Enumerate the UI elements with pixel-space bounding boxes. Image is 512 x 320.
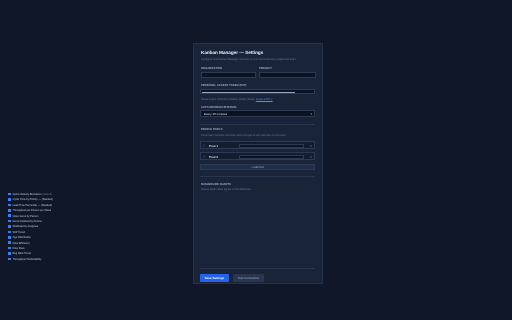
chevron-down-icon: ▾ — [310, 112, 312, 116]
checkbox-checked-icon[interactable] — [8, 236, 11, 239]
checkbox-checked-icon[interactable] — [8, 252, 11, 255]
drag-handle-icon[interactable]: ⠿ — [203, 144, 205, 148]
chart-option[interactable]: Workload by Assignee — [8, 225, 38, 229]
project-label: Project — [259, 67, 272, 70]
checkbox-checked-icon[interactable] — [8, 257, 11, 261]
organization-input[interactable] — [201, 72, 256, 78]
pool-name: Pool 1 — [209, 144, 219, 148]
token-hint: Needs scopes: Work Items (Read), Identit… — [201, 98, 273, 101]
token-hint-text: Needs scopes: Work Items (Read), Identit… — [201, 98, 256, 101]
chart-option-label: WIP Trend — [12, 230, 25, 234]
create-pat-link[interactable]: Create a PAT ↗ — [256, 98, 273, 101]
remove-pool-icon[interactable]: ✕ — [309, 155, 312, 159]
chart-option-label: Items Finished by Person — [12, 220, 42, 223]
checkbox-checked-icon[interactable] — [8, 230, 11, 234]
checkbox-checked-icon[interactable] — [8, 192, 11, 196]
page-title: Kanban Manager — Settings — [201, 50, 264, 55]
pool-members-input[interactable] — [239, 154, 304, 159]
checkbox-checked-icon[interactable] — [8, 241, 11, 245]
checkbox-checked-icon[interactable] — [8, 214, 11, 218]
checkbox-checked-icon[interactable] — [8, 225, 11, 228]
test-connection-button[interactable]: Test Connection — [233, 274, 264, 282]
token-mask-bar — [202, 91, 295, 93]
chart-option[interactable]: Bug Rate Trend — [8, 252, 31, 256]
chart-option-note: (default) — [42, 193, 52, 196]
refresh-interval-select[interactable]: Every 15 minutes ▾ — [200, 110, 315, 117]
chart-option[interactable]: Age Distribution — [8, 236, 31, 240]
chart-option[interactable]: Throughput Predictability — [8, 257, 42, 262]
refresh-label: Auto-refresh interval — [201, 106, 238, 109]
chart-option-label: Flow Efficiency — [12, 241, 30, 245]
chart-option-label: Open Items by Person — [12, 214, 39, 218]
checkbox-checked-icon[interactable] — [8, 219, 11, 223]
checkbox-checked-icon[interactable] — [8, 198, 11, 201]
add-pool-button[interactable]: + Add Pool — [200, 164, 315, 170]
page-subtitle: Configure how Kanban Manager connects to… — [201, 58, 297, 61]
chart-option-label: Workload by Assignee — [12, 225, 39, 229]
save-settings-button[interactable]: Save Settings — [200, 274, 229, 282]
pool-members-input[interactable] — [239, 143, 304, 148]
token-input[interactable] — [200, 89, 315, 94]
chart-option-label: Bug Rate Trend — [12, 252, 31, 256]
chart-option[interactable]: Lead Time Percentile — (Stacked) — [8, 203, 53, 208]
chart-option-label: Flow Pace — [12, 247, 25, 250]
pools-label: People Pools — [201, 128, 223, 131]
chart-option[interactable]: Throughput per Person per Week — [8, 209, 51, 213]
refresh-selected-value: Every 15 minutes — [204, 112, 228, 116]
chart-option[interactable]: Open Items by Person — [8, 214, 39, 219]
pool-name: Pool 2 — [209, 155, 219, 159]
pools-hint: Group team members into pools; each pool… — [201, 134, 287, 137]
checkbox-checked-icon[interactable] — [8, 203, 11, 207]
organization-label: Organization — [201, 67, 223, 70]
token-label: Personal Access Token (PAT) — [201, 84, 247, 87]
chart-option[interactable]: Flow Efficiency — [8, 241, 30, 246]
chart-option-label: Throughput Predictability — [12, 257, 42, 261]
pool-row[interactable]: ⠿ Pool 2 ✕ — [200, 152, 315, 160]
chart-option[interactable]: Items Finished by Person — [8, 219, 42, 224]
drag-handle-icon[interactable]: ⠿ — [203, 155, 205, 159]
divider — [200, 268, 315, 269]
divider — [200, 124, 315, 125]
chart-option-label: Throughput per Person per Week — [12, 209, 52, 213]
chart-option[interactable]: Cycle Time by Priority — (Stacked) — [8, 198, 53, 202]
dashboard-label: Dashboard Charts — [201, 183, 231, 186]
pool-row[interactable]: ⠿ Pool 1 ✕ — [200, 141, 315, 149]
dashboard-hint: Choose which charts appear on the dashbo… — [201, 188, 252, 191]
chart-option[interactable]: Flow Pace — [8, 246, 25, 251]
chart-option[interactable]: Sprint Velocity Burndown(default) — [8, 192, 52, 197]
divider — [200, 176, 315, 177]
remove-pool-icon[interactable]: ✕ — [309, 144, 312, 148]
checkbox-checked-icon[interactable] — [8, 246, 11, 250]
chart-option-label: Cycle Time by Priority — (Stacked) — [12, 198, 53, 202]
chart-option[interactable]: WIP Trend — [8, 230, 25, 235]
checkbox-checked-icon[interactable] — [8, 209, 11, 212]
project-input[interactable] — [259, 72, 316, 78]
chart-option-label: Sprint Velocity Burndown — [12, 193, 42, 196]
chart-option-label: Lead Time Percentile — (Stacked) — [12, 203, 53, 207]
chart-option-label: Age Distribution — [12, 236, 31, 240]
